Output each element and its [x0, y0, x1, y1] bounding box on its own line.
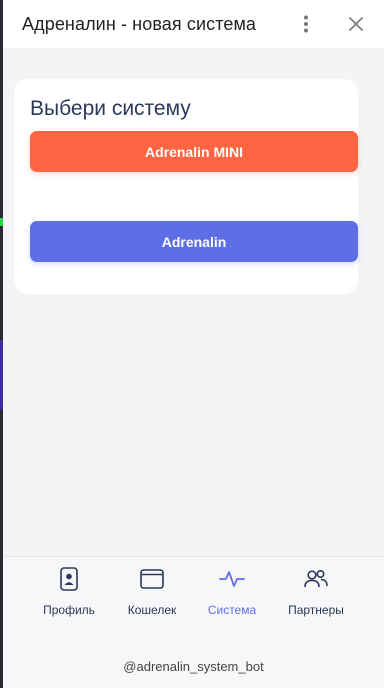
activity-icon — [219, 565, 245, 593]
close-icon — [349, 17, 363, 31]
nav-item-wallet[interactable]: Кошелек — [112, 565, 192, 621]
card-title: Выбери систему — [30, 97, 191, 120]
bottom-navigation: Профиль Кошелек Система Партнеры @adrena… — [3, 556, 384, 688]
partners-icon — [303, 565, 329, 593]
wallet-icon — [140, 565, 164, 593]
nav-label-system: Система — [207, 603, 257, 617]
nav-item-system[interactable]: Система — [192, 565, 272, 621]
adrenalin-mini-button[interactable]: Adrenalin MINI — [30, 131, 358, 172]
nav-label-partners: Партнеры — [288, 603, 344, 617]
close-button[interactable] — [342, 10, 370, 38]
bot-handle: @adrenalin_system_bot — [123, 659, 264, 674]
header-title: Адреналин - новая система — [22, 13, 257, 34]
nav-item-profile[interactable]: Профиль — [29, 565, 109, 621]
system-select-card: Выбери систему Adrenalin MINI Adrenalin — [14, 79, 358, 294]
nav-item-partners[interactable]: Партнеры — [276, 565, 356, 621]
nav-label-wallet: Кошелек — [127, 603, 177, 617]
adrenalin-button[interactable]: Adrenalin — [30, 221, 358, 262]
nav-label-profile: Профиль — [43, 603, 95, 617]
app-header: Адреналин - новая система — [3, 0, 384, 48]
profile-phone-icon — [60, 565, 78, 593]
more-vertical-icon — [304, 15, 308, 33]
menu-button[interactable] — [292, 10, 320, 38]
